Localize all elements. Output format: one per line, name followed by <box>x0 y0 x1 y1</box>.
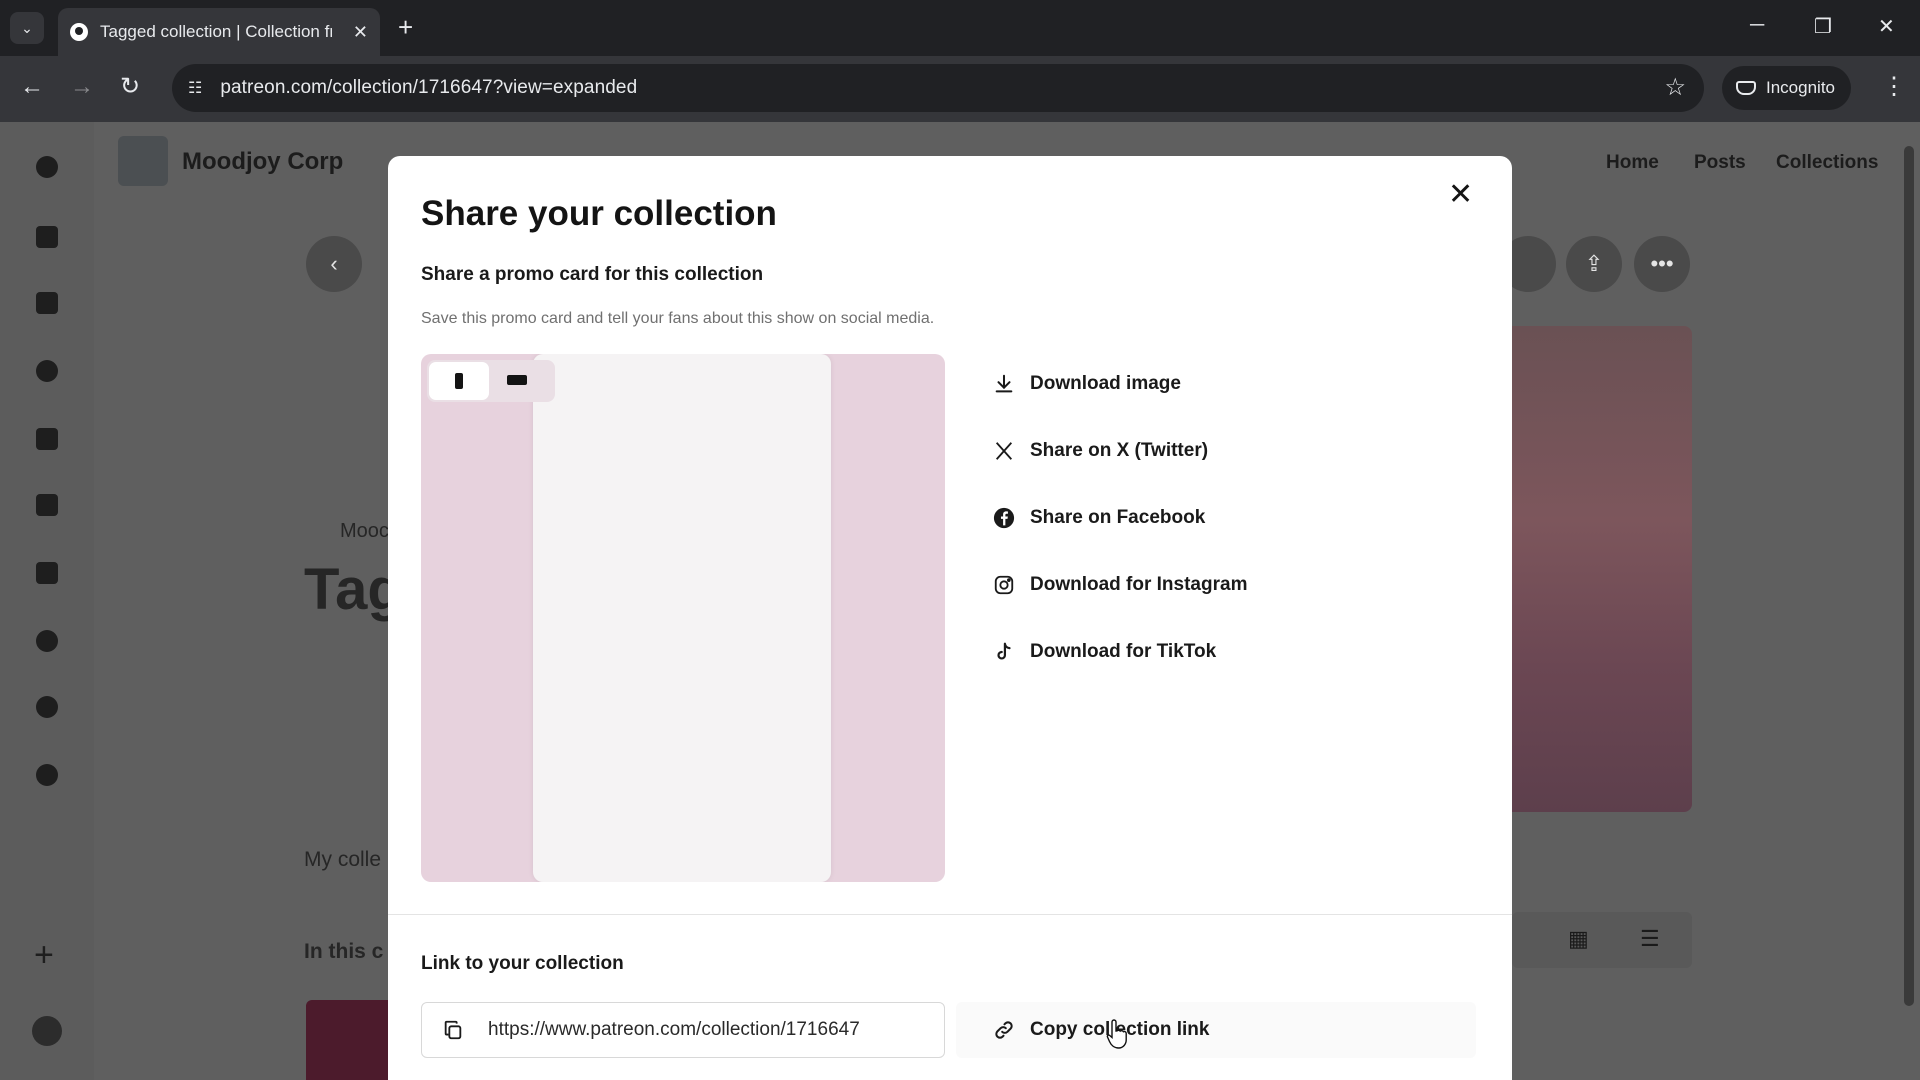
behind-post-thumbnail <box>306 1000 388 1080</box>
grid-view-icon[interactable]: ▦ <box>1568 928 1590 950</box>
download-image-button[interactable]: Download image <box>992 364 1392 404</box>
collection-link-field[interactable] <box>421 1002 945 1058</box>
creator-sidebar: + <box>0 122 94 1080</box>
tiktok-icon <box>992 640 1016 664</box>
incognito-icon <box>1736 81 1756 95</box>
x-twitter-icon <box>992 439 1016 463</box>
minimize-icon[interactable]: ─ <box>1750 14 1764 37</box>
browser-menu-icon[interactable]: ⋮ <box>1882 72 1906 101</box>
patreon-favicon-icon <box>70 23 88 41</box>
modal-title: Share your collection <box>421 194 777 233</box>
view-toggle: ▦ ☰ <box>1512 912 1692 968</box>
copy-clipboard-icon[interactable] <box>442 1019 464 1041</box>
download-icon <box>992 372 1016 396</box>
behind-description: My colle <box>304 848 382 871</box>
link-icon <box>992 1018 1016 1042</box>
site-info-icon[interactable]: ☷ <box>188 78 202 98</box>
page-scrollbar[interactable] <box>1902 124 1916 1080</box>
insights-icon[interactable] <box>36 428 58 450</box>
forward-icon[interactable]: → <box>70 72 94 102</box>
copy-collection-link-button[interactable]: Copy collection link <box>956 1002 1476 1058</box>
share-x-button[interactable]: Share on X (Twitter) <box>992 431 1392 471</box>
promotions-icon[interactable] <box>36 562 58 584</box>
incognito-label: Incognito <box>1766 78 1835 97</box>
link-heading: Link to your collection <box>421 953 624 974</box>
share-facebook-button[interactable]: Share on Facebook <box>992 498 1392 538</box>
collection-link-input[interactable] <box>488 1019 924 1041</box>
landscape-format-button[interactable] <box>507 375 527 385</box>
share-circle-button[interactable]: ⇪ <box>1566 236 1622 292</box>
address-bar[interactable]: ☷ patreon.com/collection/1716647?view=ex… <box>172 64 1704 112</box>
promo-heading: Share a promo card for this collection <box>421 264 764 285</box>
chats-icon[interactable] <box>36 630 58 652</box>
tab-close-icon[interactable]: ✕ <box>353 22 368 43</box>
restore-icon[interactable]: ❐ <box>1814 14 1832 39</box>
settings-icon[interactable] <box>36 764 58 786</box>
window-close-icon[interactable]: ✕ <box>1878 14 1895 39</box>
back-circle-button[interactable]: ‹ <box>306 236 362 292</box>
reload-icon[interactable]: ↻ <box>120 72 140 102</box>
promo-card-preview <box>421 354 945 882</box>
promo-description: Save this promo card and tell your fans … <box>421 310 935 327</box>
back-icon[interactable]: ← <box>20 72 44 102</box>
url-text[interactable]: patreon.com/collection/1716647?view=expa… <box>220 77 637 99</box>
creator-name[interactable]: Moodjoy Corp <box>182 148 343 176</box>
download-tiktok-label: Download for TikTok <box>1030 641 1217 662</box>
facebook-icon <box>992 506 1016 530</box>
download-image-label: Download image <box>1030 373 1181 394</box>
new-tab-button[interactable]: + <box>398 12 413 42</box>
browser-tab[interactable]: Tagged collection | Collection fr ✕ <box>58 8 380 56</box>
close-icon[interactable]: ✕ <box>1448 180 1473 210</box>
user-avatar[interactable] <box>32 1016 62 1046</box>
browser-tab-bar: ⌄ Tagged collection | Collection fr ✕ + … <box>0 0 1920 56</box>
hand-cursor-icon <box>1106 1019 1127 1049</box>
library-icon[interactable] <box>36 226 58 248</box>
audience-icon[interactable] <box>36 360 58 382</box>
share-collection-modal: Share your collection ✕ Share a promo ca… <box>388 156 1512 1080</box>
tab-list-button[interactable]: ⌄ <box>10 12 44 44</box>
list-view-icon[interactable]: ☰ <box>1640 928 1662 950</box>
share-x-label: Share on X (Twitter) <box>1030 440 1209 461</box>
promo-card <box>533 354 831 882</box>
modal-divider <box>388 914 1512 915</box>
notifications-icon[interactable] <box>36 696 58 718</box>
nav-home[interactable]: Home <box>1606 152 1659 174</box>
create-plus-icon[interactable]: + <box>34 938 54 972</box>
portrait-format-button[interactable] <box>429 362 489 400</box>
instagram-icon <box>992 573 1016 597</box>
share-facebook-label: Share on Facebook <box>1030 507 1206 528</box>
download-instagram-button[interactable]: Download for Instagram <box>992 565 1392 605</box>
bookmark-star-icon[interactable]: ☆ <box>1664 73 1686 102</box>
payouts-icon[interactable] <box>36 494 58 516</box>
scroll-thumb[interactable] <box>1904 146 1914 1006</box>
tab-title: Tagged collection | Collection fr <box>100 22 332 41</box>
nav-posts[interactable]: Posts <box>1694 152 1746 174</box>
behind-section-heading: In this c <box>304 940 384 963</box>
format-toggle <box>427 360 555 402</box>
incognito-badge[interactable]: Incognito <box>1722 66 1851 110</box>
nav-collections[interactable]: Collections <box>1776 152 1878 174</box>
download-instagram-label: Download for Instagram <box>1030 574 1248 595</box>
more-options-button[interactable]: ••• <box>1634 236 1690 292</box>
collection-cover-image <box>1500 326 1692 812</box>
patreon-logo-icon[interactable] <box>36 156 58 178</box>
download-tiktok-button[interactable]: Download for TikTok <box>992 632 1392 672</box>
creator-avatar[interactable] <box>118 136 168 186</box>
browser-toolbar: ← → ↻ ☷ patreon.com/collection/1716647?v… <box>0 56 1920 122</box>
behind-creator-label: Mooc <box>340 520 389 542</box>
collections-icon[interactable] <box>36 292 58 314</box>
